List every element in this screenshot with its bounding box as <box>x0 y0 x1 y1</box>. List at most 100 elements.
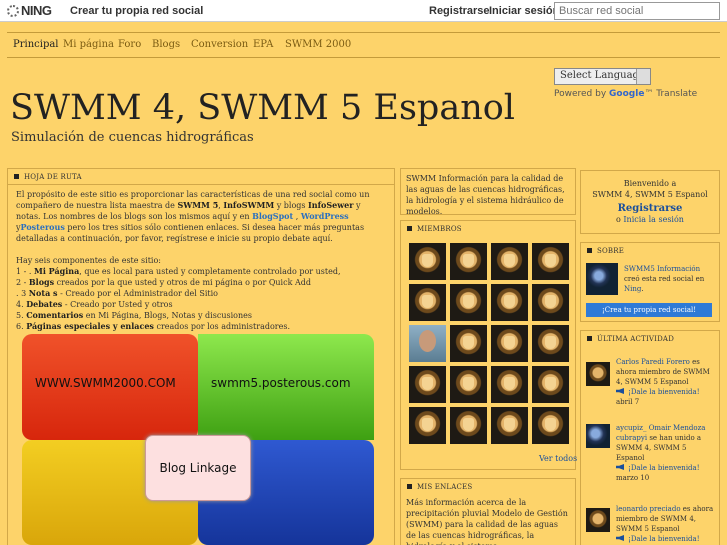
nav-swmm2000[interactable]: SWMM 2000 <box>285 39 351 50</box>
activity-date: marzo 10 <box>616 474 650 482</box>
member-avatar[interactable] <box>491 243 528 280</box>
roadmap-heading: HOJA DE RUTA <box>8 169 394 185</box>
member-avatar[interactable] <box>450 284 487 321</box>
component-item: . 3 Nota s - Creado por el Administrador… <box>16 288 218 298</box>
member-avatar[interactable] <box>450 325 487 362</box>
member-avatar[interactable] <box>491 284 528 321</box>
chevron-down-icon <box>636 69 650 84</box>
member-avatar[interactable] <box>409 325 446 362</box>
about-text-body: creó esta red social en <box>624 275 705 283</box>
graphic-center-label: Blog Linkage <box>145 435 251 501</box>
member-avatar[interactable] <box>409 407 446 444</box>
nav-epa[interactable]: EPA <box>253 39 273 50</box>
wordpress-link[interactable]: WordPress <box>301 211 349 221</box>
welcome-or: o <box>616 215 621 224</box>
graphic-label-swmm2000: WWW.SWMM2000.COM <box>35 376 176 390</box>
nav-conversion[interactable]: Conversion <box>191 39 248 50</box>
about-text: SWMM5 Información creó esta red social e… <box>624 265 705 293</box>
links-panel: MIS ENLACES Más información acerca de la… <box>400 478 576 545</box>
create-network-link[interactable]: Crear tu propia red social <box>70 5 203 17</box>
member-avatar[interactable] <box>532 284 569 321</box>
activity-item: Carlos Paredi Forero es ahora miembro de… <box>616 357 716 407</box>
member-avatar[interactable] <box>491 366 528 403</box>
member-avatar[interactable] <box>532 243 569 280</box>
member-avatar[interactable] <box>409 284 446 321</box>
see-all-members-link[interactable]: Ver todos <box>539 454 577 463</box>
speaker-icon <box>616 388 624 394</box>
member-avatar[interactable] <box>450 366 487 403</box>
components-intro: Hay seis componentes de este sitio: <box>16 256 161 265</box>
activity-date: abril 7 <box>616 398 640 406</box>
nav-foro[interactable]: Foro <box>118 39 141 50</box>
activity-item: leonardo preciado es ahora miembro de SW… <box>616 504 716 544</box>
powered-prefix: Powered by <box>554 89 607 99</box>
main-nav: Principal Mi página Foro Blogs Conversio… <box>7 32 720 58</box>
ning-top-bar: NING Crear tu propia red social Registra… <box>0 0 727 22</box>
language-select-label: Select Language <box>560 70 645 81</box>
login-link-welcome[interactable]: Inicia la sesión <box>623 215 684 224</box>
member-avatar[interactable] <box>532 407 569 444</box>
member-avatar[interactable] <box>491 325 528 362</box>
site-title: SWMM 4, SWMM 5 Espanol <box>10 88 516 128</box>
activity-avatar[interactable] <box>586 508 610 532</box>
activity-avatar[interactable] <box>586 424 610 448</box>
info-box: SWMM Información para la calidad de las … <box>400 168 576 216</box>
info-box-text: SWMM Información para la calidad de las … <box>406 174 565 216</box>
about-heading: SOBRE <box>581 243 719 259</box>
login-link[interactable]: Iniciar sesión <box>489 5 559 17</box>
ning-link[interactable]: Ning <box>624 285 641 293</box>
member-avatar[interactable] <box>409 243 446 280</box>
google-brand[interactable]: Google <box>609 89 644 99</box>
owner-link[interactable]: SWMM5 Información <box>624 265 700 273</box>
register-link[interactable]: Registrarse <box>429 5 490 17</box>
ning-logo-text: NING <box>21 3 52 18</box>
links-heading: MIS ENLACES <box>401 479 575 495</box>
roadmap-paragraph: El propósito de este sitio es proporcion… <box>16 190 370 243</box>
member-avatar[interactable] <box>450 243 487 280</box>
welcome-member-link[interactable]: ¡Dale la bienvenida! <box>628 388 700 396</box>
register-button[interactable]: Registrarse <box>581 203 719 214</box>
search-input[interactable] <box>554 2 720 20</box>
posterous-link[interactable]: Posterous <box>21 222 65 232</box>
nav-mi-pagina[interactable]: Mi página <box>63 39 114 50</box>
component-item: 4. Debates - Creado por Usted y otros <box>16 299 173 309</box>
graphic-quadrant-green: swmm5.posterous.com <box>198 334 374 440</box>
links-text: Más información acerca de la precipitaci… <box>406 498 568 545</box>
member-avatar[interactable] <box>532 325 569 362</box>
welcome-member-link[interactable]: ¡Dale la bienvenida! <box>628 464 700 472</box>
activity-member-link[interactable]: leonardo preciado <box>616 505 681 513</box>
nav-blogs[interactable]: Blogs <box>152 39 180 50</box>
blog-linkage-graphic[interactable]: WWW.SWMM2000.COM swmm5.posterous.com Blo… <box>22 334 374 545</box>
welcome-member-link[interactable]: ¡Dale la bienvenida! <box>628 535 700 543</box>
ning-logo-icon <box>7 5 19 17</box>
activity-item: aycupiz_ Omair Mendoza cubrapyi se han u… <box>616 423 716 483</box>
speaker-icon <box>616 464 624 470</box>
activity-heading: ÚLTIMA ACTIVIDAD <box>581 331 719 347</box>
member-avatar[interactable] <box>491 407 528 444</box>
speaker-icon <box>616 535 624 541</box>
activity-avatar[interactable] <box>586 362 610 386</box>
activity-member-link[interactable]: Carlos Paredi Forero <box>616 358 690 366</box>
member-avatar[interactable] <box>532 366 569 403</box>
roadmap-body: El propósito de este sitio es proporcion… <box>8 185 394 336</box>
blogspot-link[interactable]: BlogSpot <box>252 211 293 221</box>
language-select[interactable]: Select Language <box>554 68 651 85</box>
welcome-network-name: SWMM 4, SWMM 5 Espanol <box>592 190 708 199</box>
site-subtitle: Simulación de cuencas hidrográficas <box>11 130 254 145</box>
powered-suffix: ™ Translate <box>644 89 698 99</box>
members-heading: MIEMBROS <box>401 221 575 237</box>
welcome-box: Bienvenido a SWMM 4, SWMM 5 Espanol Regi… <box>580 170 720 234</box>
member-avatar[interactable] <box>409 366 446 403</box>
component-item: 2 - Blogs creados por la que usted y otr… <box>16 277 311 287</box>
nav-principal[interactable]: Principal <box>13 39 59 50</box>
powered-by-google: Powered by Google™ Translate <box>554 89 697 99</box>
graphic-quadrant-red: WWW.SWMM2000.COM <box>22 334 198 440</box>
owner-avatar[interactable] <box>586 263 618 295</box>
component-item: 6. Páginas especiales y enlaces creados … <box>16 321 290 331</box>
ning-logo[interactable]: NING <box>7 3 52 18</box>
member-avatar[interactable] <box>450 407 487 444</box>
component-item: 1 - . Mi Página, que es local para usted… <box>16 266 341 276</box>
graphic-label-posterous: swmm5.posterous.com <box>211 376 351 390</box>
component-item: 5. Comentarios en Mi Página, Blogs, Nota… <box>16 310 252 320</box>
create-network-button[interactable]: ¡Crea tu propia red social! <box>586 303 712 317</box>
